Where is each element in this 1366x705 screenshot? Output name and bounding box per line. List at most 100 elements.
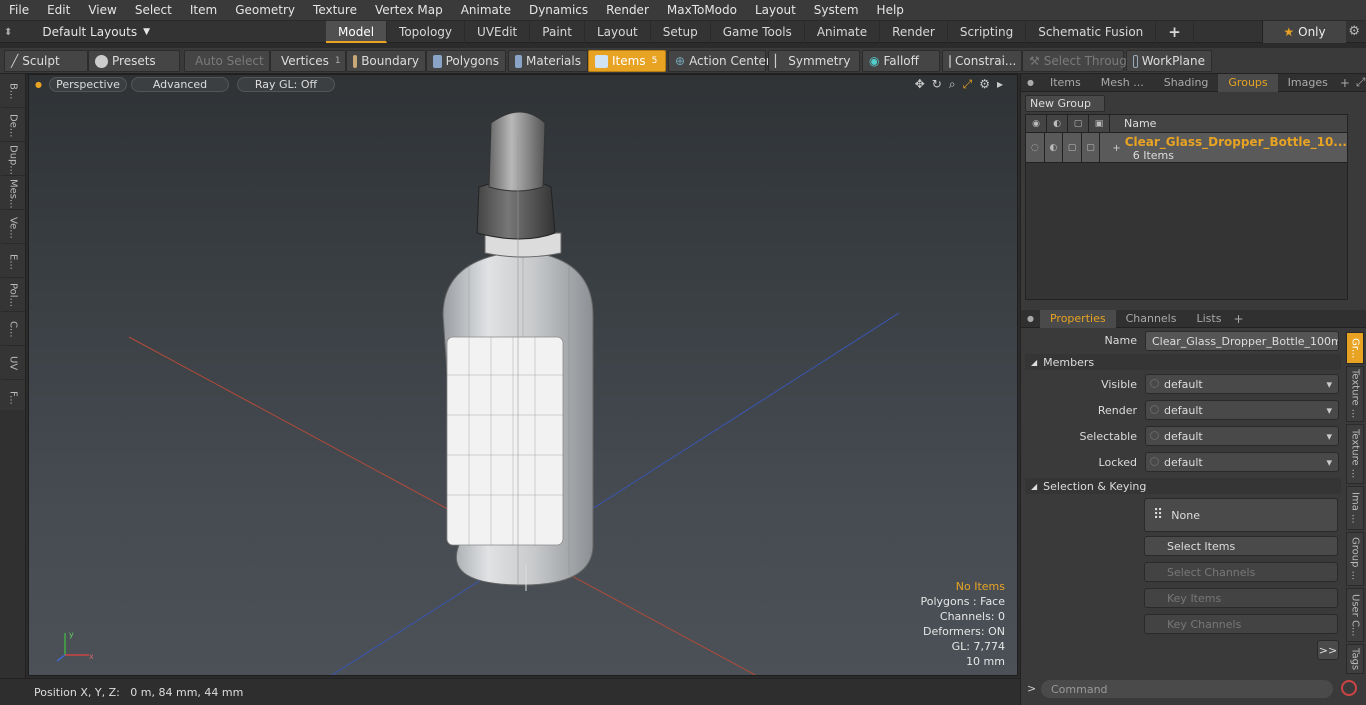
row-eye-icon[interactable]: ◌ bbox=[1026, 133, 1045, 163]
tab-game-tools[interactable]: Game Tools bbox=[711, 21, 805, 43]
tab-schematic-fusion[interactable]: Schematic Fusion bbox=[1026, 21, 1157, 43]
expand-icon[interactable]: ⤢ bbox=[1352, 75, 1366, 90]
menu-render[interactable]: Render bbox=[597, 0, 658, 21]
side-tab-group-2[interactable]: Group ... bbox=[1346, 532, 1364, 586]
menu-geometry[interactable]: Geometry bbox=[226, 0, 304, 21]
tab-mesh[interactable]: Mesh ... bbox=[1091, 74, 1154, 92]
selectable-dropdown[interactable]: default bbox=[1145, 426, 1339, 446]
menu-view[interactable]: View bbox=[79, 0, 125, 21]
menu-layout[interactable]: Layout bbox=[746, 0, 805, 21]
side-tab-group[interactable]: Gr... bbox=[1346, 332, 1364, 364]
sculpt-button[interactable]: ╱ Sculpt bbox=[4, 50, 88, 72]
panel-menu-dot[interactable]: ● bbox=[1021, 78, 1040, 87]
selection-keying-section[interactable]: ◢ Selection & Keying bbox=[1025, 478, 1341, 494]
tab-properties[interactable]: Properties bbox=[1039, 309, 1116, 328]
select-channels-button[interactable]: Select Channels bbox=[1144, 562, 1338, 582]
select-items-button[interactable]: Select Items bbox=[1144, 536, 1338, 556]
row-lock-icon[interactable]: ▢ bbox=[1063, 133, 1082, 163]
tab-images[interactable]: Images bbox=[1278, 74, 1338, 92]
add-prop-tab-icon[interactable]: + bbox=[1231, 312, 1245, 326]
gear-icon[interactable]: ⚙ bbox=[1348, 24, 1360, 39]
menu-select[interactable]: Select bbox=[126, 0, 181, 21]
add-tab-button[interactable]: + bbox=[1156, 21, 1194, 43]
boundary-button[interactable]: Boundary bbox=[346, 50, 426, 72]
locked-dropdown[interactable]: default bbox=[1145, 452, 1339, 472]
tab-groups[interactable]: Groups bbox=[1218, 73, 1278, 92]
play-arrow-icon[interactable]: ▸ bbox=[997, 77, 1003, 92]
group-row[interactable]: ◌ ◐ ▢ ▢ + Clear_Glass_Dropper_Bottle_10.… bbox=[1026, 133, 1347, 163]
only-toggle[interactable]: ★ Only bbox=[1262, 21, 1346, 43]
left-tab-vertex[interactable]: Ve... bbox=[1, 212, 25, 244]
left-tab-uv[interactable]: UV bbox=[1, 348, 25, 380]
left-tab-edge[interactable]: E... bbox=[1, 246, 25, 278]
expand-plus-icon[interactable]: + bbox=[1100, 133, 1124, 154]
auto-select-button[interactable]: Auto Select bbox=[184, 50, 270, 72]
menu-vertex-map[interactable]: Vertex Map bbox=[366, 0, 452, 21]
left-tab-mesh[interactable]: Mes... bbox=[1, 178, 25, 210]
render-dropdown[interactable]: default bbox=[1145, 400, 1339, 420]
symmetry-button[interactable]: ▏ Symmetry bbox=[768, 50, 860, 72]
tab-topology[interactable]: Topology bbox=[387, 21, 466, 43]
select-through-button[interactable]: ⚒ Select Through bbox=[1022, 50, 1134, 72]
key-items-button[interactable]: Key Items bbox=[1144, 588, 1338, 608]
tab-layout[interactable]: Layout bbox=[585, 21, 651, 43]
key-channels-button[interactable]: Key Channels bbox=[1144, 614, 1338, 634]
viewport-menu-dot[interactable]: ● bbox=[35, 80, 42, 89]
menu-file[interactable]: File bbox=[0, 0, 38, 21]
tab-channels[interactable]: Channels bbox=[1116, 310, 1187, 328]
name-field[interactable]: Clear_Glass_Dropper_Bottle_100ml (8 bbox=[1145, 331, 1339, 351]
action-center-button[interactable]: ⊕ Action Center bbox=[668, 50, 771, 72]
materials-button[interactable]: Materials bbox=[508, 50, 588, 72]
tab-lists[interactable]: Lists bbox=[1186, 310, 1231, 328]
menu-texture[interactable]: Texture bbox=[304, 0, 366, 21]
polygons-button[interactable]: Polygons bbox=[426, 50, 506, 72]
tab-items[interactable]: Items bbox=[1040, 74, 1091, 92]
side-tab-image[interactable]: Ima ... bbox=[1346, 486, 1364, 530]
falloff-button[interactable]: ◉ Falloff bbox=[862, 50, 940, 72]
visible-dropdown[interactable]: default bbox=[1145, 374, 1339, 394]
new-group-button[interactable]: New Group bbox=[1025, 95, 1105, 112]
tab-animate[interactable]: Animate bbox=[805, 21, 881, 43]
more-button[interactable]: >> bbox=[1317, 640, 1339, 660]
side-tab-tags[interactable]: Tags bbox=[1346, 644, 1364, 674]
left-tab-polygon[interactable]: Pol... bbox=[1, 280, 25, 312]
menu-edit[interactable]: Edit bbox=[38, 0, 79, 21]
command-input[interactable]: Command bbox=[1041, 680, 1333, 698]
row-select-icon[interactable]: ▢ bbox=[1082, 133, 1101, 163]
default-layouts-dropdown[interactable]: ⬍ Default Layouts ▼ bbox=[4, 21, 150, 43]
add-tab-icon[interactable]: + bbox=[1338, 76, 1352, 90]
vertices-button[interactable]: Vertices 1 bbox=[270, 50, 346, 72]
perspective-button[interactable]: Perspective bbox=[49, 77, 127, 92]
menu-system[interactable]: System bbox=[805, 0, 868, 21]
menu-help[interactable]: Help bbox=[868, 0, 913, 21]
presets-button[interactable]: Presets bbox=[88, 50, 180, 72]
members-section[interactable]: ◢ Members bbox=[1025, 354, 1341, 370]
none-button[interactable]: ⠿ None bbox=[1144, 498, 1338, 532]
constraints-button[interactable]: Constrai... bbox=[942, 50, 1022, 72]
move-view-icon[interactable]: ✥ bbox=[915, 77, 925, 92]
row-render-icon[interactable]: ◐ bbox=[1045, 133, 1064, 163]
tab-uvedit[interactable]: UVEdit bbox=[465, 21, 531, 43]
side-tab-texture-1[interactable]: Texture ... bbox=[1346, 366, 1364, 422]
3d-viewport[interactable]: y x ● Perspective Advanced Ray GL: Off ✥… bbox=[28, 74, 1018, 676]
tab-shading[interactable]: Shading bbox=[1154, 74, 1219, 92]
side-tab-user-channels[interactable]: User C... bbox=[1346, 588, 1364, 642]
side-tab-texture-2[interactable]: Texture ... bbox=[1346, 424, 1364, 484]
left-tab-duplicate[interactable]: Dup... bbox=[1, 144, 25, 176]
tab-render[interactable]: Render bbox=[880, 21, 948, 43]
left-tab-basic[interactable]: B... bbox=[1, 76, 25, 108]
viewport-gear-icon[interactable]: ⚙ bbox=[979, 77, 990, 92]
items-button[interactable]: Items 5 bbox=[588, 50, 666, 72]
rotate-view-icon[interactable]: ↻ bbox=[932, 77, 942, 92]
tab-scripting[interactable]: Scripting bbox=[948, 21, 1027, 43]
menu-animate[interactable]: Animate bbox=[452, 0, 520, 21]
menu-item[interactable]: Item bbox=[181, 0, 226, 21]
workplane-button[interactable]: WorkPlane bbox=[1126, 50, 1212, 72]
advanced-button[interactable]: Advanced bbox=[131, 77, 229, 92]
prop-menu-dot[interactable]: ● bbox=[1021, 314, 1040, 323]
left-tab-deform[interactable]: De... bbox=[1, 110, 25, 142]
tab-setup[interactable]: Setup bbox=[651, 21, 711, 43]
tab-paint[interactable]: Paint bbox=[530, 21, 585, 43]
menu-dynamics[interactable]: Dynamics bbox=[520, 0, 597, 21]
menu-maxtomodo[interactable]: MaxToModo bbox=[658, 0, 746, 21]
